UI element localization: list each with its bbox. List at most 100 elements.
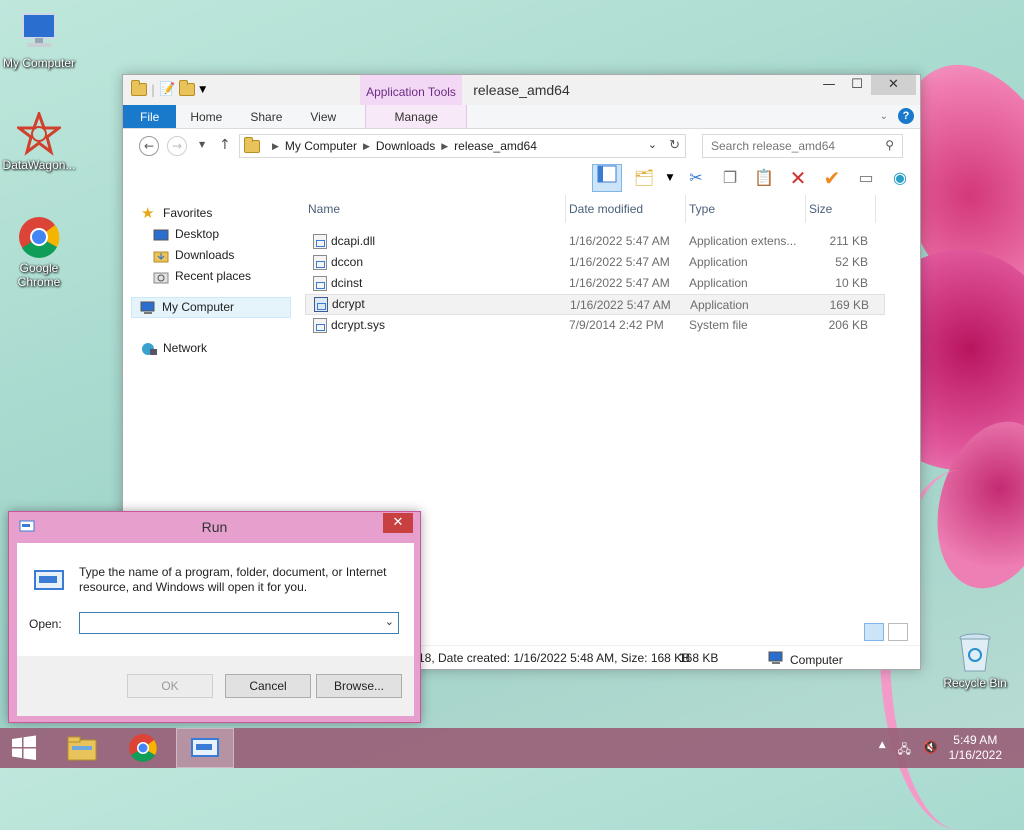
desktop-icon-google-chrome[interactable]: Google Chrome xyxy=(0,215,79,289)
cancel-button[interactable]: Cancel xyxy=(225,674,311,698)
table-row[interactable]: dcinst 1/16/2022 5:47 AM Application 10 … xyxy=(305,273,885,294)
nav-label: My Computer xyxy=(162,300,235,314)
explorer-titlebar[interactable]: | 📝 ▼ Application Tools release_amd64 — … xyxy=(123,75,920,105)
column-header-date[interactable]: Date modified xyxy=(566,195,686,223)
chevron-right-icon: ▶ xyxy=(441,140,449,151)
nav-desktop[interactable]: Desktop xyxy=(131,224,291,245)
large-icons-view-icon[interactable] xyxy=(888,623,908,641)
file-type: Application xyxy=(689,255,748,269)
network-icon xyxy=(141,342,157,356)
close-button[interactable]: ✕ xyxy=(383,513,413,533)
run-footer: OK Cancel Browse... xyxy=(17,656,414,716)
nav-favorites[interactable]: ★ Favorites xyxy=(131,203,291,224)
open-input[interactable]: ⌄ xyxy=(79,612,399,634)
minimize-button[interactable]: — xyxy=(815,75,843,95)
windows-logo-icon xyxy=(12,735,36,760)
open-folder-icon[interactable]: 🗂 xyxy=(632,166,656,190)
rename-icon[interactable]: ▭ xyxy=(854,166,878,190)
nav-my-computer[interactable]: My Computer xyxy=(131,297,291,318)
file-name: dcinst xyxy=(331,276,363,290)
network-icon[interactable]: 🖧 xyxy=(898,740,911,761)
downloads-folder-icon xyxy=(153,249,169,263)
status-size: 168 KB xyxy=(679,651,719,665)
table-row[interactable]: dcapi.dll 1/16/2022 5:47 AM Application … xyxy=(305,231,885,252)
desktop-icon-datawagon[interactable]: DataWagon... xyxy=(0,109,79,172)
computer-icon xyxy=(768,651,784,668)
taskbar-run[interactable] xyxy=(176,728,234,768)
search-input[interactable]: Search release_amd64 ⚲ xyxy=(702,134,903,158)
table-row-selected[interactable]: dcrypt 1/16/2022 5:47 AM Application 169… xyxy=(305,294,885,315)
file-explorer-icon xyxy=(67,736,97,761)
column-header-name[interactable]: Name xyxy=(305,195,566,223)
globe-icon[interactable]: ◉ xyxy=(888,166,912,190)
table-row[interactable]: dccon 1/16/2022 5:47 AM Application 52 K… xyxy=(305,252,885,273)
taskbar: ▲ 🖧 🔇 5:49 AM 1/16/2022 xyxy=(0,728,1024,768)
details-view-icon[interactable] xyxy=(864,623,884,641)
tab-manage[interactable]: Manage xyxy=(365,105,468,128)
tab-share[interactable]: Share xyxy=(236,105,296,128)
preview-pane-icon[interactable] xyxy=(592,164,622,192)
breadcrumb-item[interactable]: Downloads xyxy=(376,139,435,153)
taskbar-file-explorer[interactable] xyxy=(53,728,111,768)
refresh-icon[interactable]: ↻ xyxy=(669,137,680,153)
recycle-bin-icon xyxy=(953,630,997,674)
run-icon xyxy=(33,567,67,596)
close-button[interactable]: ✕ xyxy=(871,75,916,95)
start-button[interactable] xyxy=(0,728,48,768)
tab-home[interactable]: Home xyxy=(176,105,236,128)
system-tray: ▲ 🖧 🔇 xyxy=(879,740,938,761)
tab-view[interactable]: View xyxy=(296,105,350,128)
tab-file[interactable]: File xyxy=(123,105,177,128)
chevron-right-icon: ▶ xyxy=(362,140,370,151)
breadcrumb-item[interactable]: My Computer xyxy=(285,139,357,153)
file-date: 7/9/2014 2:42 PM xyxy=(569,318,664,332)
file-type: Application xyxy=(690,298,749,312)
status-location: Computer xyxy=(790,652,843,667)
address-dropdown-icon[interactable]: ⌄ xyxy=(648,138,657,151)
paste-icon[interactable]: 📋 xyxy=(752,166,776,190)
nav-downloads[interactable]: Downloads xyxy=(131,245,291,266)
taskbar-chrome[interactable] xyxy=(114,728,172,768)
up-arrow-icon[interactable]: ↑ xyxy=(219,137,231,153)
check-icon[interactable]: ✔ xyxy=(820,166,844,190)
address-bar-row: ← → ▼ ↑ ▶ My Computer ▶ Downloads ▶ rele… xyxy=(123,129,920,163)
volume-muted-icon[interactable]: 🔇 xyxy=(923,740,938,761)
browse-button[interactable]: Browse... xyxy=(316,674,402,698)
clock[interactable]: 5:49 AM 1/16/2022 xyxy=(949,733,1002,763)
desktop-icon xyxy=(153,228,169,242)
table-row[interactable]: dcrypt.sys 7/9/2014 2:42 PM System file … xyxy=(305,315,885,336)
column-header-type[interactable]: Type xyxy=(686,195,806,223)
run-titlebar[interactable]: Run ✕ xyxy=(9,512,420,542)
application-icon xyxy=(313,255,327,270)
chevron-down-icon[interactable]: ▼ xyxy=(666,166,674,190)
desktop-icon-my-computer[interactable]: My Computer xyxy=(0,10,79,70)
star-icon: ★ xyxy=(141,204,155,222)
file-name: dcapi.dll xyxy=(331,234,376,248)
desktop-icon-label: DataWagon... xyxy=(2,158,76,172)
desktop-icon-recycle-bin[interactable]: Recycle Bin xyxy=(935,630,1015,690)
breadcrumb-item[interactable]: release_amd64 xyxy=(454,139,537,153)
chevron-right-icon: ▶ xyxy=(272,140,279,151)
show-hidden-icons-icon[interactable]: ▲ xyxy=(879,740,886,761)
help-icon[interactable]: ? xyxy=(898,108,914,124)
delete-icon[interactable]: ✕ xyxy=(786,166,810,190)
nav-recent-places[interactable]: Recent places xyxy=(131,266,291,287)
nav-network[interactable]: Network xyxy=(131,338,291,359)
clock-date: 1/16/2022 xyxy=(948,748,1002,762)
forward-button[interactable]: → xyxy=(167,136,187,156)
desktop-icon-label: Recycle Bin xyxy=(943,676,1007,690)
copy-icon[interactable]: ❐ xyxy=(718,166,742,190)
chevron-down-icon[interactable]: ⌄ xyxy=(385,615,394,628)
ok-button[interactable]: OK xyxy=(127,674,213,698)
back-button[interactable]: ← xyxy=(139,136,159,156)
file-name: dcrypt.sys xyxy=(331,318,386,332)
cut-icon[interactable]: ✂ xyxy=(684,166,708,190)
column-header-size[interactable]: Size xyxy=(806,195,876,223)
address-input[interactable]: ▶ My Computer ▶ Downloads ▶ release_amd6… xyxy=(239,134,686,158)
chrome-icon xyxy=(129,734,157,762)
file-list: Name Date modified Type Size dcapi.dll 1… xyxy=(305,195,885,336)
maximize-button[interactable]: ☐ xyxy=(843,75,871,95)
expand-ribbon-icon[interactable]: ⌄ xyxy=(880,111,888,122)
recent-locations-icon[interactable]: ▼ xyxy=(199,140,205,149)
file-name: dcrypt xyxy=(332,297,365,311)
